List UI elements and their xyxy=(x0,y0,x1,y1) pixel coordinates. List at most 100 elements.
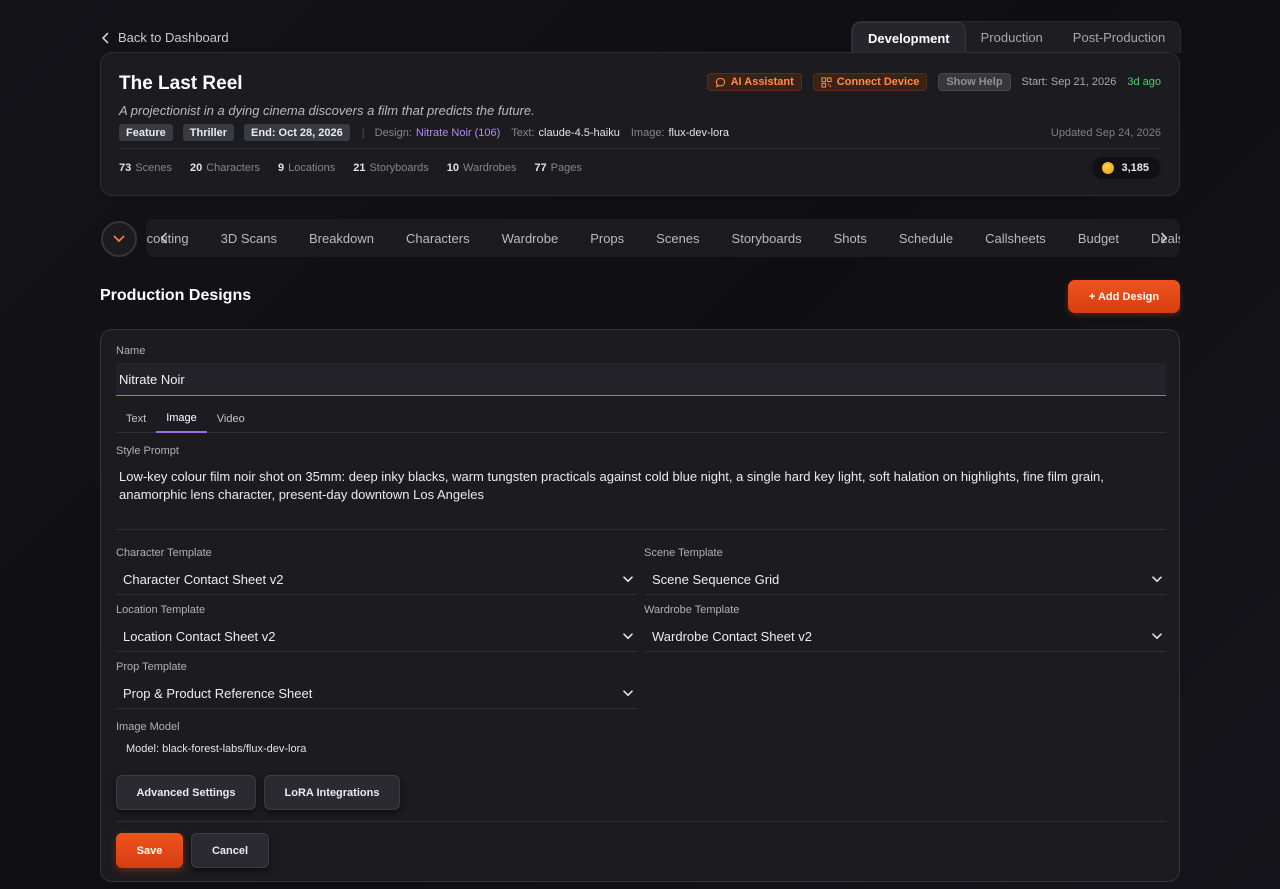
coin-icon xyxy=(1102,162,1115,174)
nav-item-wardrobe[interactable]: Wardrobe xyxy=(486,231,575,246)
project-title: The Last Reel xyxy=(119,73,243,94)
section-title: Production Designs xyxy=(100,287,252,304)
cancel-button[interactable]: Cancel xyxy=(191,833,269,868)
design-name-input[interactable]: Nitrate Noir xyxy=(116,363,1166,396)
image-model-label: Image Model xyxy=(116,721,180,733)
show-help-button[interactable]: Show Help xyxy=(938,73,1011,91)
end-date-tag: End: Oct 28, 2026 xyxy=(244,124,350,141)
image-model-meta-value: flux-dev-lora xyxy=(668,126,730,139)
design-link[interactable]: Nitrate Noir (106) xyxy=(416,127,500,139)
stat-locations: 9 Locations xyxy=(278,162,336,174)
name-label: Name xyxy=(116,345,146,357)
chevron-down-icon xyxy=(113,235,125,243)
text-model-label: Text: xyxy=(511,126,535,139)
module-nav-items: Scouting 3D Scans Breakdown Characters W… xyxy=(146,219,1180,257)
phase-tabs: Development Production Post-Production xyxy=(851,21,1182,53)
meta-separator: | xyxy=(361,126,365,139)
project-header-card: The Last Reel A projectionist in a dying… xyxy=(100,52,1180,196)
design-meta-label: Design: xyxy=(374,126,412,139)
chevron-down-icon xyxy=(623,689,633,696)
tab-video[interactable]: Video xyxy=(207,405,255,433)
project-divider xyxy=(119,148,1161,149)
genre-tag: Thriller xyxy=(182,124,235,141)
nav-item-callsheets[interactable]: Callsheets xyxy=(969,231,1062,246)
back-label: Back to Dashboard xyxy=(118,30,229,45)
project-meta: Feature Thriller End: Oct 28, 2026 | Des… xyxy=(119,124,1161,141)
last-activity: 3d ago xyxy=(1127,76,1161,88)
prop-template-value: Prop & Product Reference Sheet xyxy=(123,685,313,701)
chevron-down-icon xyxy=(623,575,633,582)
chevron-down-icon xyxy=(1152,575,1162,582)
qr-code-icon xyxy=(821,76,832,88)
stat-pages: 77 Pages xyxy=(534,162,582,174)
wardrobe-template-select[interactable]: Wardrobe Contact Sheet v2 xyxy=(645,621,1166,652)
connect-device-button[interactable]: Connect Device xyxy=(812,73,928,91)
text-model-value: claude-4.5-haiku xyxy=(538,126,620,139)
add-design-button[interactable]: + Add Design xyxy=(1068,280,1180,313)
location-template-select[interactable]: Location Contact Sheet v2 xyxy=(116,621,637,652)
nav-item-shots[interactable]: Shots xyxy=(818,231,883,246)
nav-item-props[interactable]: Props xyxy=(574,231,640,246)
image-model-value: Model: black-forest-labs/flux-dev-lora xyxy=(126,743,307,755)
nav-item-characters[interactable]: Characters xyxy=(390,231,486,246)
ai-assistant-button[interactable]: AI Assistant xyxy=(706,73,802,91)
nav-item-budget[interactable]: Budget xyxy=(1062,231,1135,246)
nav-item-3d-scans[interactable]: 3D Scans xyxy=(205,231,293,246)
scene-template-label: Scene Template xyxy=(644,547,723,559)
wardrobe-template-label: Wardrobe Template xyxy=(644,604,740,616)
nav-item-breakdown[interactable]: Breakdown xyxy=(293,231,390,246)
updated-date: Updated Sep 24, 2026 xyxy=(1050,126,1161,139)
chevron-left-icon xyxy=(101,32,109,43)
back-to-dashboard-link[interactable]: Back to Dashboard xyxy=(101,30,229,45)
chevron-down-icon xyxy=(623,632,633,639)
tab-post-production[interactable]: Post-Production xyxy=(1058,22,1181,53)
tab-production[interactable]: Production xyxy=(966,22,1058,53)
scene-template-select[interactable]: Scene Sequence Grid xyxy=(645,564,1166,595)
character-template-value: Character Contact Sheet v2 xyxy=(123,571,284,587)
project-actions: AI Assistant Connect Device Show Help St… xyxy=(706,73,1161,91)
credits-badge: 3,185 xyxy=(1092,157,1161,179)
module-nav-bar: Scouting 3D Scans Breakdown Characters W… xyxy=(146,219,1180,257)
tab-image[interactable]: Image xyxy=(156,405,207,433)
wardrobe-template-value: Wardrobe Contact Sheet v2 xyxy=(652,628,812,644)
character-template-select[interactable]: Character Contact Sheet v2 xyxy=(116,564,637,595)
start-date: Start: Sep 21, 2026 xyxy=(1021,76,1117,88)
location-template-value: Location Contact Sheet v2 xyxy=(123,628,276,644)
nav-item-scenes[interactable]: Scenes xyxy=(640,231,715,246)
connect-device-label: Connect Device xyxy=(836,76,920,88)
prompt-divider xyxy=(116,529,1166,530)
stat-wardrobes: 10 Wardrobes xyxy=(446,162,517,174)
tab-development[interactable]: Development xyxy=(852,22,966,53)
location-template-label: Location Template xyxy=(116,604,206,616)
design-form: Name Nitrate Noir Text Image Video Style… xyxy=(100,329,1180,882)
nav-collapse-toggle[interactable] xyxy=(101,221,137,257)
prop-template-select[interactable]: Prop & Product Reference Sheet xyxy=(116,678,637,709)
character-template-label: Character Template xyxy=(116,547,212,559)
project-logline: A projectionist in a dying cinema discov… xyxy=(119,103,535,118)
project-stats: 73 Scenes 20 Characters 9 Locations 21 Story… xyxy=(119,162,582,174)
chevron-down-icon xyxy=(1152,632,1162,639)
style-prompt-textarea[interactable]: Low-key colour film noir shot on 35mm: d… xyxy=(119,468,1149,504)
format-tag: Feature xyxy=(119,124,173,141)
tab-text[interactable]: Text xyxy=(116,405,156,433)
style-prompt-label: Style Prompt xyxy=(116,445,179,457)
credits-value: 3,185 xyxy=(1121,162,1149,174)
mode-tabs: Text Image Video xyxy=(116,405,1166,433)
nav-scroll-right-button[interactable] xyxy=(1152,219,1176,257)
stat-scenes: 73 Scenes xyxy=(119,162,172,174)
lora-integrations-button[interactable]: LoRA Integrations xyxy=(264,775,400,810)
prop-template-label: Prop Template xyxy=(116,661,187,673)
chat-bubble-icon xyxy=(715,77,725,88)
nav-item-schedule[interactable]: Schedule xyxy=(883,231,969,246)
save-button[interactable]: Save xyxy=(116,833,183,868)
ai-assistant-label: AI Assistant xyxy=(730,76,794,88)
stat-characters: 20 Characters xyxy=(189,162,260,174)
scene-template-value: Scene Sequence Grid xyxy=(652,571,780,587)
advanced-settings-button[interactable]: Advanced Settings xyxy=(116,775,256,810)
image-model-meta-label: Image: xyxy=(630,126,665,139)
nav-item-storyboards[interactable]: Storyboards xyxy=(716,231,818,246)
chevron-left-icon xyxy=(160,232,167,244)
actions-divider xyxy=(116,821,1166,822)
nav-scroll-left-button[interactable] xyxy=(152,219,176,257)
stat-storyboards: 21 Storyboards xyxy=(353,162,429,174)
